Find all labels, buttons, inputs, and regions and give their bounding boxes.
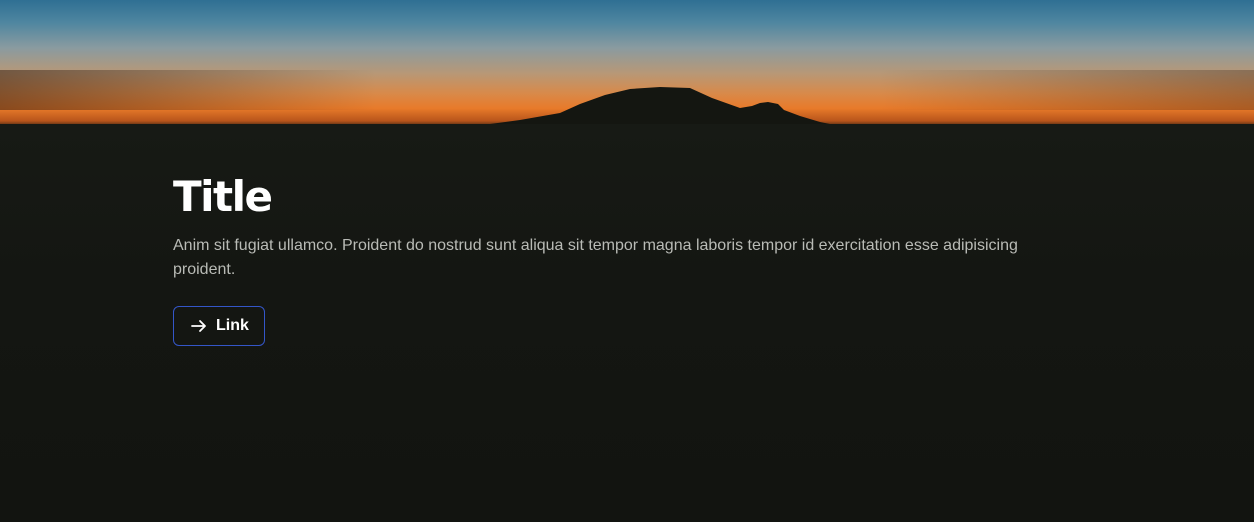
hero-description: Anim sit fugiat ullamco. Proident do nos… (173, 237, 1018, 278)
page-title: Title (173, 172, 273, 221)
link-button[interactable]: Link (173, 306, 265, 346)
link-button-label: Link (216, 317, 249, 334)
hero-content: Title Anim sit fugiat ullamco. Proident … (173, 170, 1073, 346)
arrow-right-icon (191, 320, 206, 332)
mountain-silhouette (0, 87, 1254, 140)
hero-section: Title Anim sit fugiat ullamco. Proident … (0, 0, 1254, 522)
